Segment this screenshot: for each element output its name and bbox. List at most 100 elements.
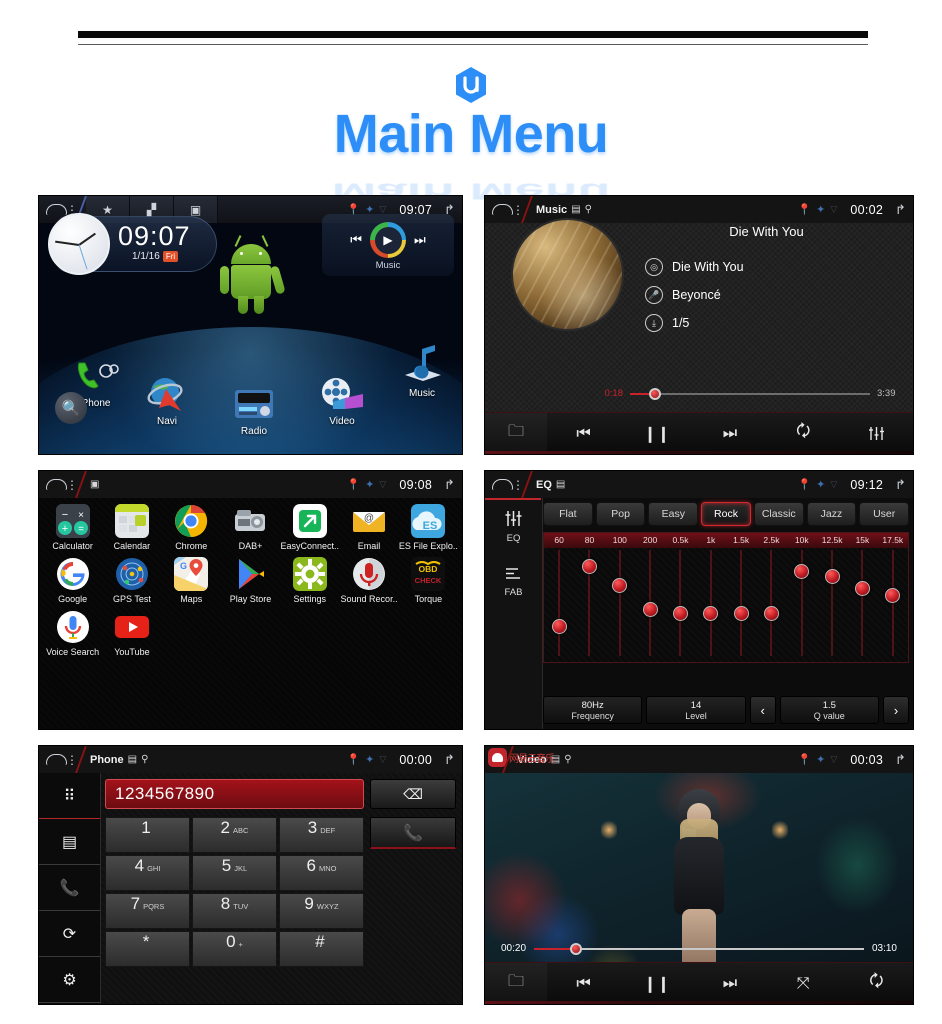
repeat-icon[interactable]: 🗘 bbox=[840, 970, 913, 997]
eq-preset-easy[interactable]: Easy bbox=[648, 502, 699, 526]
folder-icon[interactable]: 🗀 bbox=[485, 412, 547, 454]
dial-key-5[interactable]: 5 JKL bbox=[192, 855, 277, 891]
dial-key-4[interactable]: 4 GHI bbox=[105, 855, 190, 891]
eq-field-level[interactable]: 14 Level bbox=[646, 696, 746, 724]
app-item-chrome[interactable]: Chrome bbox=[162, 504, 221, 551]
chevron-left-icon[interactable]: ‹ bbox=[749, 696, 776, 724]
seek-knob[interactable] bbox=[649, 387, 662, 400]
dial-key-8[interactable]: 8 TUV bbox=[192, 893, 277, 929]
eq-band-knob[interactable] bbox=[824, 569, 840, 585]
eq-field-frequency[interactable]: 80Hz Frequency bbox=[543, 696, 643, 724]
eq-band-knob[interactable] bbox=[612, 577, 628, 593]
eq-band-knob[interactable] bbox=[763, 605, 779, 621]
back-arrow-icon[interactable]: ↰ bbox=[895, 752, 906, 768]
home-icon[interactable] bbox=[46, 203, 67, 216]
prev-icon[interactable]: ⏮ bbox=[350, 232, 362, 248]
video-seek-row[interactable]: 00:20 03:10 bbox=[501, 942, 897, 955]
music-seek-row[interactable]: 0:18 3:39 bbox=[597, 387, 903, 400]
sync-contacts-icon[interactable]: ⟳ bbox=[39, 911, 100, 957]
repeat-icon[interactable]: 🗘 bbox=[767, 420, 840, 447]
screen-apps[interactable]: ⋮ ▣ 📍 ✦ ▽ 09:08 ↰ − × + = Calculator Cal… bbox=[38, 470, 463, 730]
home-icon[interactable] bbox=[46, 478, 67, 491]
phone-number-input[interactable]: 1234567890 bbox=[105, 779, 364, 809]
eq-band-60[interactable] bbox=[544, 548, 574, 662]
home-shortcut-music[interactable]: Music bbox=[387, 345, 457, 399]
screen-home[interactable]: ⋮ ★ ▞ ▣ 📍 ✦ ▽ 09:07 ↰ 09:07 1/1/16 Fri ⏮… bbox=[38, 195, 463, 455]
app-item-sound-recorder[interactable]: Sound Recor.. bbox=[339, 557, 398, 604]
screen-phone[interactable]: ⋮ Phone ▤ ⚲ 📍 ✦ ▽ 00:00 ↰ ⠿ ▤ 📞 ⟳ ⚙ 1234… bbox=[38, 745, 463, 1005]
eq-band-sliders[interactable] bbox=[544, 548, 908, 662]
next-track-icon[interactable]: ⏭ bbox=[693, 975, 766, 993]
video-seek-slider[interactable] bbox=[534, 942, 864, 955]
equalizer-icon[interactable] bbox=[840, 426, 913, 441]
app-item-settings[interactable]: Settings bbox=[280, 557, 339, 604]
contacts-book-icon[interactable]: ▤ bbox=[39, 819, 100, 865]
eq-band-2.5k[interactable] bbox=[756, 548, 786, 662]
eq-preset-user[interactable]: User bbox=[859, 502, 910, 526]
app-item-torque[interactable]: OBD CHECK Torque bbox=[399, 557, 458, 604]
app-item-es-file-explorer[interactable]: ES ES File Explo.. bbox=[399, 504, 458, 551]
settings-gear-icon[interactable]: ⚙ bbox=[39, 957, 100, 1003]
overflow-menu-icon[interactable]: ⋮ bbox=[511, 204, 525, 216]
pause-icon[interactable]: ❙❙ bbox=[620, 424, 693, 444]
call-green-icon[interactable]: 📞 bbox=[370, 817, 456, 849]
previous-track-icon[interactable]: ⏮ bbox=[547, 975, 620, 993]
eq-sidebar-item-eq[interactable]: EQ bbox=[485, 510, 542, 544]
overflow-menu-icon[interactable]: ⋮ bbox=[65, 754, 79, 766]
call-log-icon[interactable]: 📞 bbox=[39, 865, 100, 911]
app-item-voice-search[interactable]: Voice Search bbox=[43, 610, 102, 657]
dial-key-9[interactable]: 9 WXYZ bbox=[279, 893, 364, 929]
app-item-gps-test[interactable]: GPS Test bbox=[102, 557, 161, 604]
eq-band-15k[interactable] bbox=[847, 548, 877, 662]
next-icon[interactable]: ⏭ bbox=[414, 232, 426, 248]
eq-preset-rock[interactable]: Rock bbox=[701, 502, 751, 526]
back-arrow-icon[interactable]: ↰ bbox=[895, 477, 906, 493]
overflow-menu-icon[interactable]: ⋮ bbox=[65, 479, 79, 491]
eq-band-knob[interactable] bbox=[642, 601, 658, 617]
back-arrow-icon[interactable]: ↰ bbox=[444, 477, 455, 493]
app-item-play-store[interactable]: Play Store bbox=[221, 557, 280, 604]
clock-widget[interactable]: 09:07 1/1/16 Fri bbox=[48, 213, 217, 275]
home-shortcut-navi[interactable]: Navi bbox=[132, 374, 202, 427]
video-seek-knob[interactable] bbox=[570, 942, 583, 955]
app-item-email[interactable]: @ Email bbox=[339, 504, 398, 551]
eq-band-80[interactable] bbox=[574, 548, 604, 662]
app-item-dab[interactable]: DAB+ bbox=[221, 504, 280, 551]
app-item-google[interactable]: Google bbox=[43, 557, 102, 604]
fullscreen-icon[interactable]: ⤧ bbox=[767, 975, 840, 993]
screenshot-icon[interactable]: ▣ bbox=[90, 479, 99, 490]
eq-band-knob[interactable] bbox=[885, 588, 901, 604]
dial-key-star[interactable]: * bbox=[105, 931, 190, 967]
home-shortcut-video[interactable]: Video bbox=[307, 374, 377, 427]
dial-key-7[interactable]: 7 PQRS bbox=[105, 893, 190, 929]
eq-band-17.5k[interactable] bbox=[878, 548, 908, 662]
eq-band-1k[interactable] bbox=[696, 548, 726, 662]
home-icon[interactable] bbox=[492, 203, 513, 216]
eq-band-knob[interactable] bbox=[581, 558, 597, 574]
eq-preset-flat[interactable]: Flat bbox=[543, 502, 593, 526]
seek-slider[interactable] bbox=[630, 387, 870, 400]
eq-sidebar-item-fab[interactable]: FAB bbox=[485, 566, 542, 598]
dial-key-1[interactable]: 1 bbox=[105, 817, 190, 853]
eq-band-knob[interactable] bbox=[703, 605, 719, 621]
dial-key-2[interactable]: 2 ABC bbox=[192, 817, 277, 853]
chevron-right-icon[interactable]: › bbox=[882, 696, 909, 724]
eq-band-knob[interactable] bbox=[794, 563, 810, 579]
play-icon[interactable]: ▶ bbox=[370, 222, 406, 258]
backspace-icon[interactable]: ⌫ bbox=[370, 779, 456, 809]
music-widget[interactable]: ⏮ ▶ ⏭ Music bbox=[322, 214, 454, 276]
app-item-calculator[interactable]: − × + = Calculator bbox=[43, 504, 102, 551]
dial-key-6[interactable]: 6 MNO bbox=[279, 855, 364, 891]
screen-music[interactable]: ⋮ Music ▤ ⚲ 📍 ✦ ▽ 00:02 ↰ Die With You ◎ bbox=[484, 195, 914, 455]
eq-band-knob[interactable] bbox=[551, 619, 567, 635]
eq-field-qvalue[interactable]: 1.5 Q value bbox=[779, 696, 879, 724]
back-arrow-icon[interactable]: ↰ bbox=[444, 752, 455, 768]
search-magnifier-icon[interactable]: 🔍 bbox=[55, 392, 87, 424]
folder-icon[interactable]: 🗀 bbox=[485, 962, 547, 1004]
screen-video[interactable]: 网易云音乐 ⋮ Video ▤ ⚲ 📍 ✦ ▽ 00:03 ↰ bbox=[484, 745, 914, 1005]
dialpad-icon[interactable]: ⠿ bbox=[39, 773, 100, 819]
eq-band-100[interactable] bbox=[605, 548, 635, 662]
next-track-icon[interactable]: ⏭ bbox=[693, 425, 766, 443]
home-shortcut-radio[interactable]: Radio bbox=[219, 384, 289, 437]
home-icon[interactable] bbox=[492, 478, 513, 491]
